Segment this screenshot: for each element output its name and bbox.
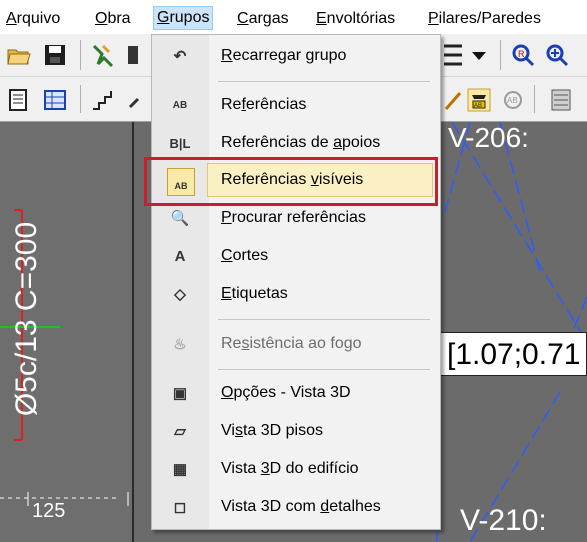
menu-item-etiquetas[interactable]: ◇ Etiquetas — [152, 276, 440, 312]
svg-text:AB: AB — [474, 103, 482, 109]
menu-grupos[interactable]: Grupos — [153, 6, 214, 30]
svg-text:AB: AB — [507, 96, 518, 105]
menu-item-cortes[interactable]: A Cortes — [152, 238, 440, 274]
edit-tool-icon[interactable] — [90, 42, 116, 68]
menu-item-resistencia-ao-fogo: ♨ Resistência ao fogo — [152, 326, 440, 362]
menu-item-vista-3d-pisos[interactable]: ▱ Vista 3D pisos — [152, 413, 440, 449]
stairs-icon[interactable] — [90, 87, 116, 113]
zoom-all-icon[interactable] — [544, 42, 570, 68]
menu-separator — [218, 319, 430, 320]
layers-icon[interactable] — [548, 87, 574, 113]
open-folder-icon[interactable] — [6, 42, 32, 68]
grupos-dropdown-menu: ↶ Recarregar grupo AB Referências B|L Re… — [151, 34, 441, 530]
3d-building-icon: ▦ — [172, 461, 188, 478]
fire-icon: ♨ — [173, 336, 187, 353]
support-references-icon: B|L — [169, 136, 191, 151]
grid-tool-icon[interactable] — [440, 42, 466, 68]
search-icon: 🔍 — [170, 210, 190, 227]
menu-item-referencias[interactable]: AB Referências — [152, 87, 440, 123]
toolbar-separator — [534, 85, 535, 113]
menu-cargas[interactable]: Cargas — [237, 8, 289, 30]
toolbar-separator — [80, 85, 81, 113]
dimension-label: 125 — [32, 500, 66, 522]
toolbar-separator — [500, 40, 501, 70]
menu-pilares-paredes[interactable]: Pilares/Paredes — [428, 8, 541, 30]
beam-label-top: V-206: — [448, 122, 529, 153]
annotation-highlight-box — [144, 157, 438, 206]
menu-separator — [218, 369, 430, 370]
tag-icon: ◇ — [174, 286, 186, 303]
menu-item-opcoes-vista-3d[interactable]: ▣ Opções - Vista 3D — [152, 375, 440, 411]
menu-envoltorias[interactable]: Envoltórias — [316, 8, 395, 30]
save-icon[interactable] — [42, 42, 68, 68]
zoom-window-icon[interactable]: R — [510, 42, 536, 68]
show-references-icon[interactable]: AB — [500, 87, 526, 113]
toolbar-separator — [80, 40, 81, 70]
tool-icon[interactable] — [126, 87, 152, 113]
undo-icon: ↶ — [173, 48, 187, 65]
menu-item-recarregar-grupo[interactable]: ↶ Recarregar grupo — [152, 38, 440, 74]
left-drawing-panel: Ø5c/13 C=300 125 — [0, 122, 134, 542]
3d-details-icon: ◻ — [173, 499, 187, 516]
references-icon: AB — [172, 100, 188, 111]
tool-icon[interactable] — [124, 42, 150, 68]
menu-bar: Arquivo Obra Grupos Cargas Envoltórias P… — [0, 0, 587, 34]
section-cut-icon: A — [174, 248, 186, 265]
menu-item-vista-3d-edificio[interactable]: ▦ Vista 3D do edifício — [152, 451, 440, 487]
visible-references-toolbar-icon[interactable]: AB — [466, 87, 492, 113]
dropdown-arrow-icon[interactable] — [466, 42, 492, 68]
beam-label-bottom: V-210: — [460, 504, 547, 537]
svg-text:R: R — [518, 49, 525, 59]
reference-text-box: [1.07;0.71 — [434, 332, 587, 376]
menu-obra[interactable]: Obra — [95, 8, 131, 30]
table-icon[interactable] — [42, 87, 68, 113]
menu-item-vista-3d-detalhes[interactable]: ◻ Vista 3D com detalhes — [152, 489, 440, 525]
rebar-label: Ø5c/13 C=300 — [10, 221, 44, 417]
3d-options-icon: ▣ — [172, 385, 188, 402]
3d-floors-icon: ▱ — [174, 423, 186, 440]
tool-edit-icon[interactable] — [440, 87, 466, 113]
document-icon[interactable] — [6, 87, 32, 113]
menu-item-referencias-de-apoios[interactable]: B|L Referências de apoios — [152, 125, 440, 161]
menu-separator — [218, 81, 430, 82]
menu-arquivo[interactable]: Arquivo — [6, 8, 60, 30]
